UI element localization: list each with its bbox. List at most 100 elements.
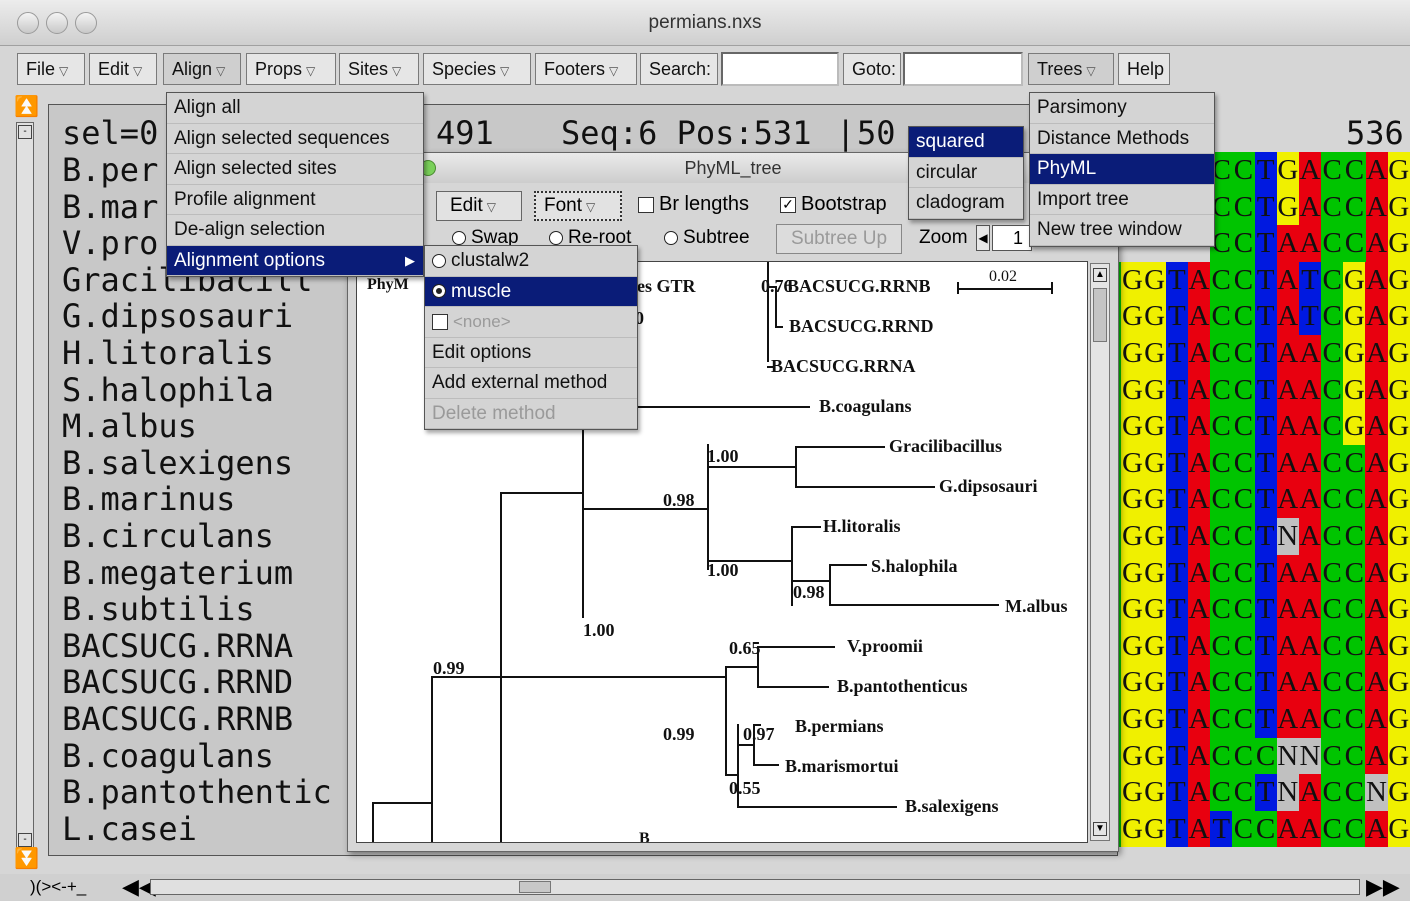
nucleotide-cell[interactable]: A (1365, 335, 1388, 372)
menu-item-new-tree-window[interactable]: New tree window (1030, 215, 1214, 246)
file-menu-button[interactable]: File ▽ (17, 53, 85, 85)
nucleotide-cell[interactable]: A (1187, 261, 1211, 299)
nucleotide-cell[interactable]: T (1254, 444, 1277, 482)
trees-menu-button[interactable]: Trees ▽ (1028, 53, 1114, 85)
nucleotide-cell[interactable]: G (1121, 371, 1144, 409)
sequence-name[interactable]: BACSUCG.RRNA (62, 628, 293, 664)
nucleotide-cell[interactable]: A (1298, 335, 1322, 372)
alignment-row[interactable]: CCTGACCAG (1210, 152, 1410, 189)
nucleotide-cell[interactable]: A (1365, 225, 1388, 262)
nucleotide-cell[interactable]: T (1254, 261, 1277, 299)
sequence-name[interactable]: B.circulans (62, 518, 274, 554)
nucleotide-cell[interactable]: A (1187, 701, 1211, 738)
nucleotide-cell[interactable]: C (1321, 188, 1344, 226)
vertical-scrollbar[interactable]: ⏫ - - ⏬ (14, 94, 39, 874)
nucleotide-cell[interactable]: T (1165, 701, 1188, 738)
tree-leaf-label[interactable]: BACSUCG.RRNB (787, 276, 931, 297)
menu-item-edit-options[interactable]: Edit options (425, 338, 637, 368)
nucleotide-cell[interactable]: C (1210, 371, 1233, 409)
alignment-row[interactable]: CGGTACCTAACCAG (1099, 701, 1410, 738)
sites-menu-button[interactable]: Sites ▽ (339, 53, 419, 85)
subtree-up-button[interactable]: Subtree Up (776, 224, 902, 254)
nucleotide-cell[interactable]: G (1121, 591, 1144, 628)
scroll-right-end-icon[interactable]: ▶▶ (1366, 874, 1400, 900)
nucleotide-cell[interactable]: C (1343, 810, 1366, 848)
tree-leaf-label[interactable]: B.pantothenticus (837, 676, 968, 697)
nucleotide-cell[interactable]: C (1210, 774, 1233, 811)
nucleotide-cell[interactable]: C (1321, 591, 1344, 628)
nucleotide-cell[interactable]: T (1254, 298, 1277, 335)
alignment-row[interactable]: CGGTACCTATCGAG (1099, 298, 1410, 335)
nucleotide-cell[interactable]: C (1321, 481, 1344, 518)
nucleotide-cell[interactable]: G (1143, 481, 1166, 518)
nucleotide-cell[interactable]: C (1321, 371, 1344, 409)
nucleotide-cell[interactable]: A (1298, 664, 1322, 701)
sequence-name[interactable]: BACSUCG.RRND (62, 664, 293, 700)
nucleotide-cell[interactable]: G (1121, 810, 1144, 848)
nucleotide-cell[interactable]: A (1187, 371, 1211, 409)
nucleotide-cell[interactable]: A (1187, 627, 1211, 665)
nucleotide-cell[interactable]: C (1232, 152, 1255, 189)
nucleotide-cell[interactable]: G (1387, 261, 1410, 299)
nucleotide-cell[interactable]: C (1321, 737, 1344, 775)
nucleotide-cell[interactable]: T (1254, 627, 1277, 665)
scroll-up-icon[interactable]: ▲ (1093, 268, 1107, 282)
nucleotide-cell[interactable]: C (1321, 408, 1344, 445)
tree-leaf-label[interactable]: B.salexigens (905, 796, 999, 817)
nucleotide-cell[interactable]: T (1254, 518, 1277, 555)
scroll-top-icon[interactable]: ⏫ (14, 97, 39, 120)
nucleotide-cell[interactable]: G (1121, 261, 1144, 299)
nucleotide-cell[interactable]: T (1254, 188, 1277, 226)
nucleotide-cell[interactable]: C (1210, 298, 1233, 335)
nucleotide-cell[interactable]: G (1387, 774, 1410, 811)
nucleotide-cell[interactable]: C (1343, 481, 1366, 518)
sequence-name[interactable]: G.dipsosauri (62, 298, 293, 334)
nucleotide-cell[interactable]: G (1387, 152, 1410, 189)
nucleotide-cell[interactable]: C (1232, 298, 1255, 335)
menu-item-circular[interactable]: circular (909, 158, 1023, 188)
nucleotide-cell[interactable]: C (1321, 518, 1344, 555)
tree-leaf-label[interactable]: Gracilibacillus (889, 436, 1002, 457)
nucleotide-cell[interactable]: A (1365, 701, 1388, 738)
nucleotide-cell[interactable]: G (1143, 664, 1166, 701)
nucleotide-cell[interactable]: G (1387, 664, 1410, 701)
edit-menu-button[interactable]: Edit ▽ (89, 53, 157, 85)
nucleotide-cell[interactable]: A (1365, 518, 1388, 555)
nucleotide-cell[interactable]: A (1187, 335, 1211, 372)
nucleotide-cell[interactable]: C (1343, 152, 1366, 189)
nucleotide-cell[interactable]: A (1276, 810, 1299, 848)
nucleotide-cell[interactable]: A (1365, 481, 1388, 518)
nucleotide-cell[interactable]: C (1232, 481, 1255, 518)
menu-item-cladogram[interactable]: cladogram (909, 188, 1023, 219)
nucleotide-cell[interactable]: A (1365, 371, 1388, 409)
nucleotide-cell[interactable]: A (1276, 298, 1299, 335)
nucleotide-cell[interactable]: C (1343, 444, 1366, 482)
tree-leaf-label[interactable]: B.permians (795, 716, 884, 737)
nucleotide-cell[interactable]: A (1365, 298, 1388, 335)
nucleotide-cell[interactable]: A (1298, 591, 1322, 628)
nucleotide-cell[interactable]: A (1365, 261, 1388, 299)
nucleotide-cell[interactable]: C (1343, 225, 1366, 262)
vertical-scroll-track[interactable]: - - (16, 122, 34, 850)
nucleotide-cell[interactable]: G (1387, 481, 1410, 518)
sequence-name[interactable]: B.mar (62, 189, 158, 225)
nucleotide-cell[interactable]: G (1143, 444, 1166, 482)
menu-item-profile-alignment[interactable]: Profile alignment (167, 185, 423, 215)
zoom-value-field[interactable]: 1 (992, 225, 1032, 251)
close-window-button[interactable] (17, 12, 39, 34)
nucleotide-cell[interactable]: C (1210, 261, 1233, 299)
phyml-font-button[interactable]: Font ▽ (534, 191, 622, 221)
nucleotide-cell[interactable]: G (1143, 518, 1166, 555)
nucleotide-cell[interactable]: T (1254, 408, 1277, 445)
nucleotide-cell[interactable]: T (1165, 444, 1188, 482)
nucleotide-cell[interactable]: G (1343, 371, 1366, 409)
nucleotide-cell[interactable]: A (1298, 152, 1322, 189)
nucleotide-cell[interactable]: T (1298, 261, 1322, 299)
nucleotide-cell[interactable]: G (1143, 737, 1166, 775)
nucleotide-cell[interactable]: C (1232, 408, 1255, 445)
nucleotide-cell[interactable]: A (1187, 481, 1211, 518)
nucleotide-cell[interactable]: G (1387, 810, 1410, 848)
menu-item-alignment-options[interactable]: Alignment options ▶ (167, 245, 423, 276)
nucleotide-cell[interactable]: G (1143, 371, 1166, 409)
nucleotide-cell[interactable]: A (1187, 737, 1211, 775)
